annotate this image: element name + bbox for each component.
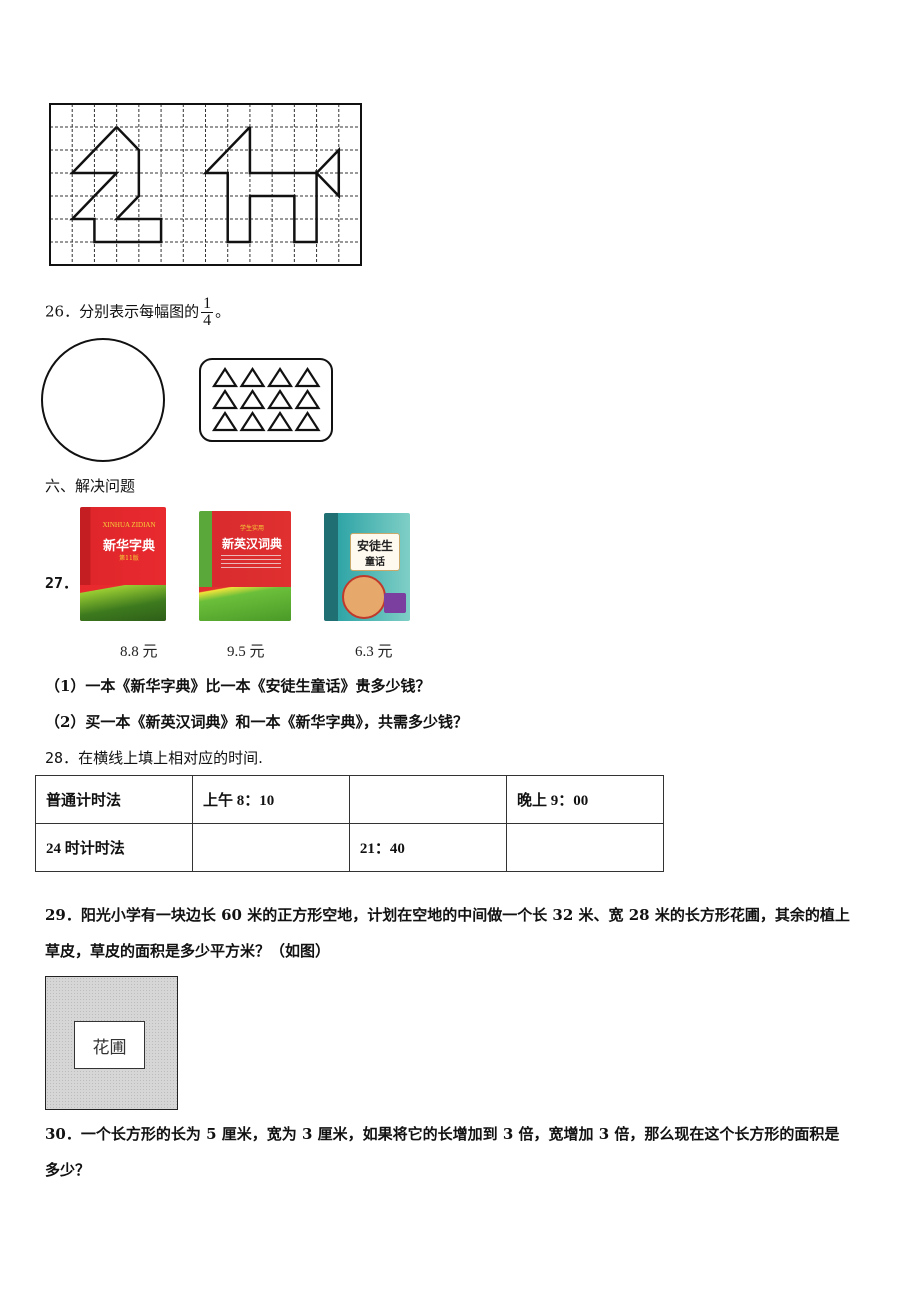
question-29-line-2: 草皮，草皮的面积是多少平方米？（如图）	[45, 942, 331, 960]
table-row: 24 时计时法 21：40	[35, 823, 665, 872]
section-title: 六、解决问题	[45, 477, 136, 495]
book-3-character-illustration	[342, 575, 386, 619]
triangle-icon	[266, 388, 294, 410]
fraction-one-quarter: 14	[201, 295, 214, 329]
triangle-icon	[239, 388, 266, 410]
triangle-icon	[294, 366, 321, 388]
book-2-subtitle: 学生实用	[239, 525, 264, 532]
question-30-line-2: 多少？	[45, 1161, 91, 1179]
fraction-denominator: 4	[203, 312, 212, 329]
book-2-title: 新英汉词典	[221, 537, 282, 551]
table-cell: 21：40	[348, 823, 507, 872]
question-28: 28．在横线上填上相对应的时间.	[45, 748, 263, 768]
question-28-number: 28．	[45, 749, 79, 767]
book-2-price: 9.5 元	[227, 644, 265, 660]
flower-bed-label: 花圃	[92, 1037, 127, 1058]
book-xinhua-zidian: XINHUA ZIDIAN 新华字典 第11版	[80, 507, 166, 621]
question-26-end: 。	[215, 302, 231, 321]
triangle-icon	[266, 410, 294, 432]
table-cell: 24 时计时法	[35, 823, 193, 872]
triangle-icon	[211, 366, 239, 388]
table-cell: 晚上 9：00	[505, 775, 665, 824]
table-cell-blank[interactable]	[348, 775, 507, 824]
question-30-line-1: 30．一个长方形的长为 5 厘米，宽为 3 厘米，如果将它的长增加到 3 倍，宽…	[45, 1125, 840, 1143]
table-cell-blank[interactable]	[505, 823, 665, 872]
question-26-number: 26．	[45, 302, 80, 321]
triangle-box-figure	[199, 358, 333, 442]
grid-figure	[49, 103, 362, 266]
book-3-title: 安徒生	[356, 539, 393, 553]
table-cell-blank[interactable]	[191, 823, 350, 872]
book-3-badge	[384, 593, 406, 613]
fraction-numerator: 1	[201, 295, 214, 313]
book-2-green-wave	[199, 587, 291, 621]
table-cell: 上午 8：10	[191, 775, 350, 824]
question-27-sub-1: （1）一本《新华字典》比一本《安徒生童话》贵多少钱？	[45, 677, 431, 695]
book-2-english-text	[221, 555, 281, 569]
circle-figure	[41, 338, 165, 462]
question-29-line-1: 29．阳光小学有一块边长 60 米的正方形空地，计划在空地的中间做一个长 32 …	[45, 906, 850, 924]
flower-bed-rectangle: 花圃	[74, 1021, 145, 1069]
question-27-sub-2: （2）买一本《新英汉词典》和一本《新华字典》，共需多少钱？	[45, 713, 468, 731]
book-3-title-2: 童话	[365, 557, 385, 568]
table-cell: 普通计时法	[35, 775, 193, 824]
triangle-icon	[239, 366, 266, 388]
question-26-text: 分别表示每幅图的	[79, 302, 200, 321]
book-1-edition: 第11版	[119, 555, 139, 562]
triangle-icon	[294, 388, 321, 410]
book-1-title: 新华字典	[102, 539, 155, 554]
book-1-price: 8.8 元	[120, 644, 158, 660]
triangle-icon	[294, 410, 321, 432]
table-row: 普通计时法 上午 8：10 晚上 9：00	[35, 775, 665, 824]
book-andersen-fairy-tales: 安徒生 童话	[324, 513, 410, 621]
book-1-subtitle: XINHUA ZIDIAN	[102, 521, 156, 529]
circle-shape	[41, 338, 165, 462]
question-28-text: 在横线上填上相对应的时间.	[78, 749, 263, 767]
question-26: 26．分别表示每幅图的 1 4。	[45, 296, 230, 329]
question-27-number: 27．	[45, 574, 79, 592]
triangle-icon	[239, 410, 266, 432]
book-xinyinghan-cidian: 学生实用 新英汉词典	[199, 511, 291, 621]
triangle-icon	[266, 366, 294, 388]
book-3-price: 6.3 元	[355, 644, 393, 660]
triangle-icon	[211, 410, 239, 432]
triangle-icon	[211, 388, 239, 410]
book-1-green-wave	[80, 585, 166, 621]
lawn-square-figure: 花圃	[45, 976, 178, 1110]
time-conversion-table: 普通计时法 上午 8：10 晚上 9：00 24 时计时法 21：40	[35, 775, 665, 872]
